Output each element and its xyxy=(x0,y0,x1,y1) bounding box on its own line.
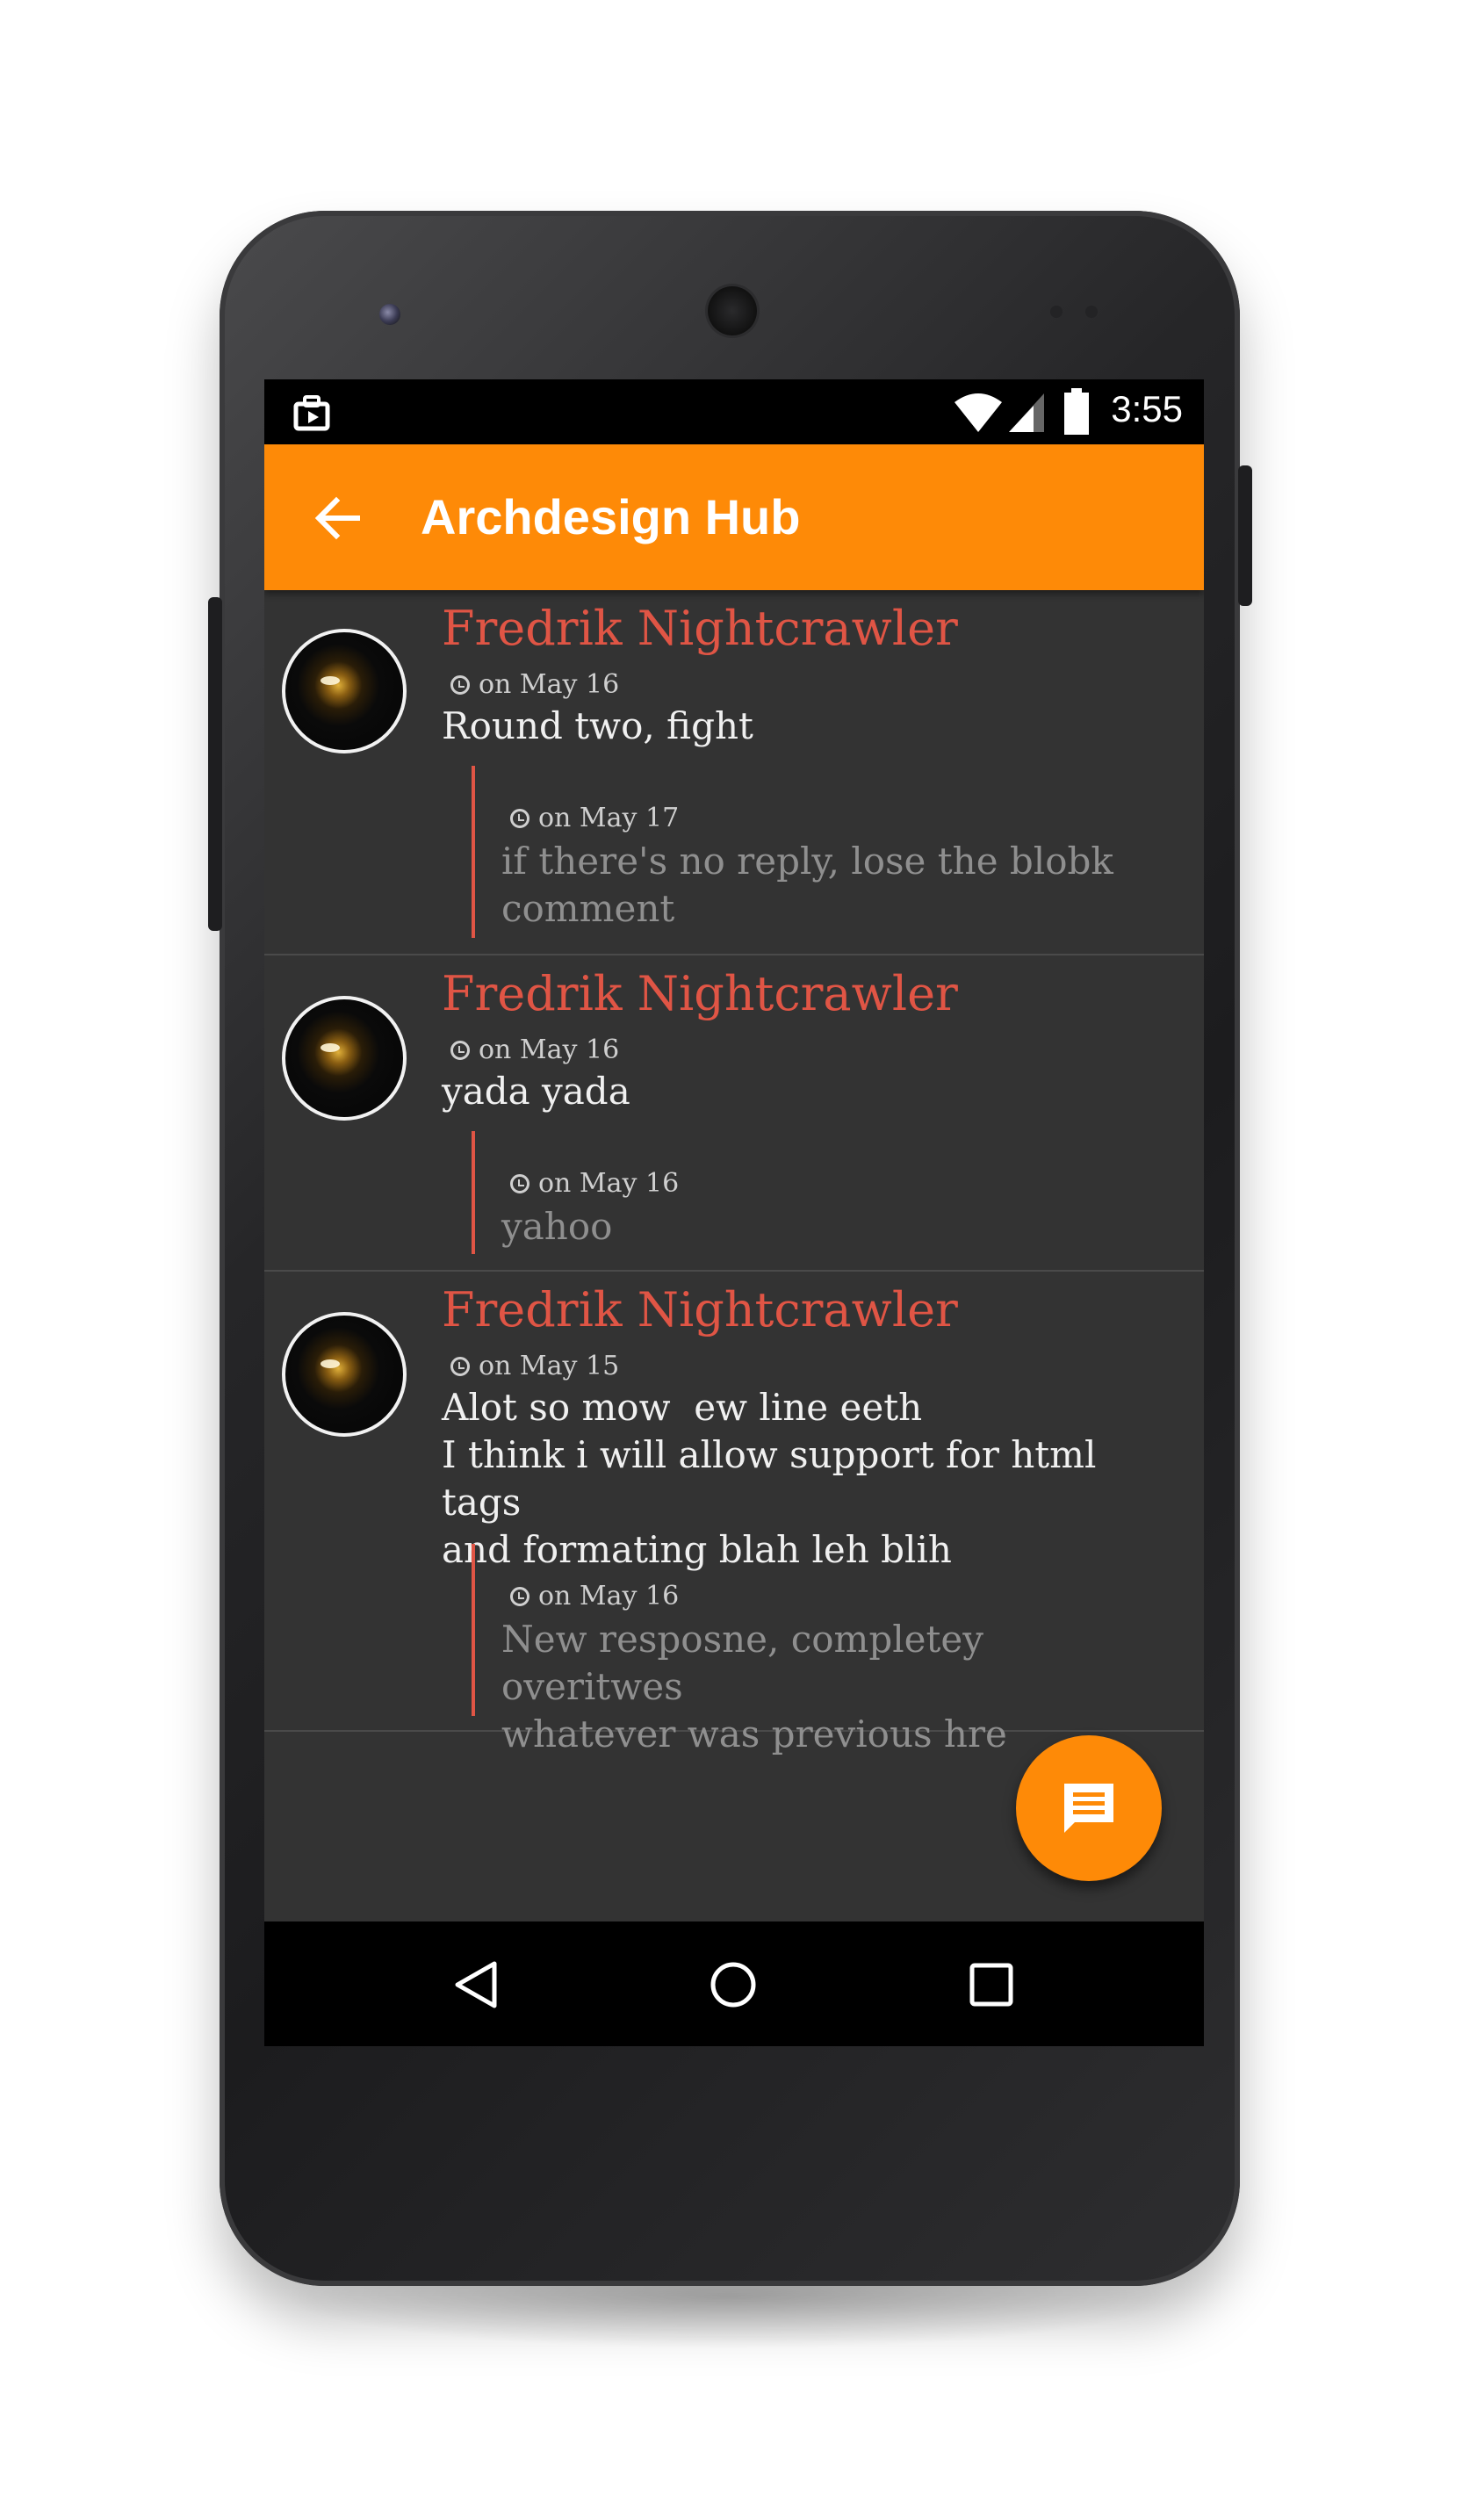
clock-icon xyxy=(510,1587,529,1606)
notification-icon xyxy=(293,395,330,431)
back-triangle-icon[interactable] xyxy=(450,1958,503,2011)
recents-square-icon[interactable] xyxy=(967,1960,1016,2009)
wifi-icon xyxy=(955,393,1002,432)
comment-item[interactable]: Fredrik Nightcrawler on May 15 Alot so m… xyxy=(264,1272,1204,1756)
reply-date: on May 16 xyxy=(510,1581,679,1611)
clock-icon xyxy=(450,1041,470,1060)
comment-body: Alot so mow ew line eeth I think i will … xyxy=(442,1386,1097,1571)
proximity-sensor xyxy=(1050,306,1063,318)
comment-body: Round two, fight xyxy=(442,704,753,747)
comment-date: on May 15 xyxy=(450,1351,619,1381)
avatar[interactable] xyxy=(282,1312,407,1437)
comment-date: on May 16 xyxy=(450,669,619,700)
reply-indicator-bar xyxy=(472,766,475,938)
signal-icon xyxy=(1009,393,1044,432)
home-circle-icon[interactable] xyxy=(707,1958,760,2011)
reply-body: if there's no reply, lose the blobk comm… xyxy=(501,840,1113,930)
comment-body: yada yada xyxy=(442,1070,630,1113)
clock-icon xyxy=(510,1174,529,1193)
status-time: 3:55 xyxy=(1111,388,1183,429)
app-toolbar: Archdesign Hub xyxy=(264,444,1204,590)
reply-body: yahoo xyxy=(501,1205,613,1248)
comment-author[interactable]: Fredrik Nightcrawler xyxy=(442,1282,958,1337)
clock-icon xyxy=(450,675,470,695)
power-button xyxy=(1238,465,1252,606)
avatar[interactable] xyxy=(282,996,407,1121)
reply-date: on May 16 xyxy=(510,1168,679,1199)
front-camera xyxy=(379,304,400,325)
page-title: Archdesign Hub xyxy=(421,489,801,544)
comment-item[interactable]: Fredrik Nightcrawler on May 16 yada yada… xyxy=(264,955,1204,1272)
volume-button xyxy=(208,597,222,931)
comment-list[interactable]: Fredrik Nightcrawler on May 16 Round two… xyxy=(264,590,1204,1756)
comment-author[interactable]: Fredrik Nightcrawler xyxy=(442,601,958,656)
status-bar: 3:55 xyxy=(264,379,1204,444)
comment-item[interactable]: Fredrik Nightcrawler on May 16 Round two… xyxy=(264,590,1204,955)
screen: 3:55 Archdesign Hub Fredrik Nightcrawler… xyxy=(264,379,1204,2046)
earpiece-speaker xyxy=(708,286,757,335)
clock-icon xyxy=(450,1357,470,1376)
reply-date: on May 17 xyxy=(510,803,679,833)
reply-indicator-bar xyxy=(472,1131,475,1254)
clock-icon xyxy=(510,809,529,828)
comment-icon xyxy=(1064,1784,1113,1833)
light-sensor xyxy=(1085,306,1098,318)
reply-body: New resposne, completey overitwes whatev… xyxy=(501,1618,1007,1756)
system-nav-bar xyxy=(264,1921,1204,2046)
comment-date: on May 16 xyxy=(450,1035,619,1065)
arrow-back-icon[interactable] xyxy=(312,492,364,544)
add-comment-fab[interactable] xyxy=(1016,1735,1162,1881)
battery-icon xyxy=(1064,388,1089,435)
reply-indicator-bar xyxy=(472,1544,475,1716)
comment-author[interactable]: Fredrik Nightcrawler xyxy=(442,966,958,1021)
avatar[interactable] xyxy=(282,629,407,753)
